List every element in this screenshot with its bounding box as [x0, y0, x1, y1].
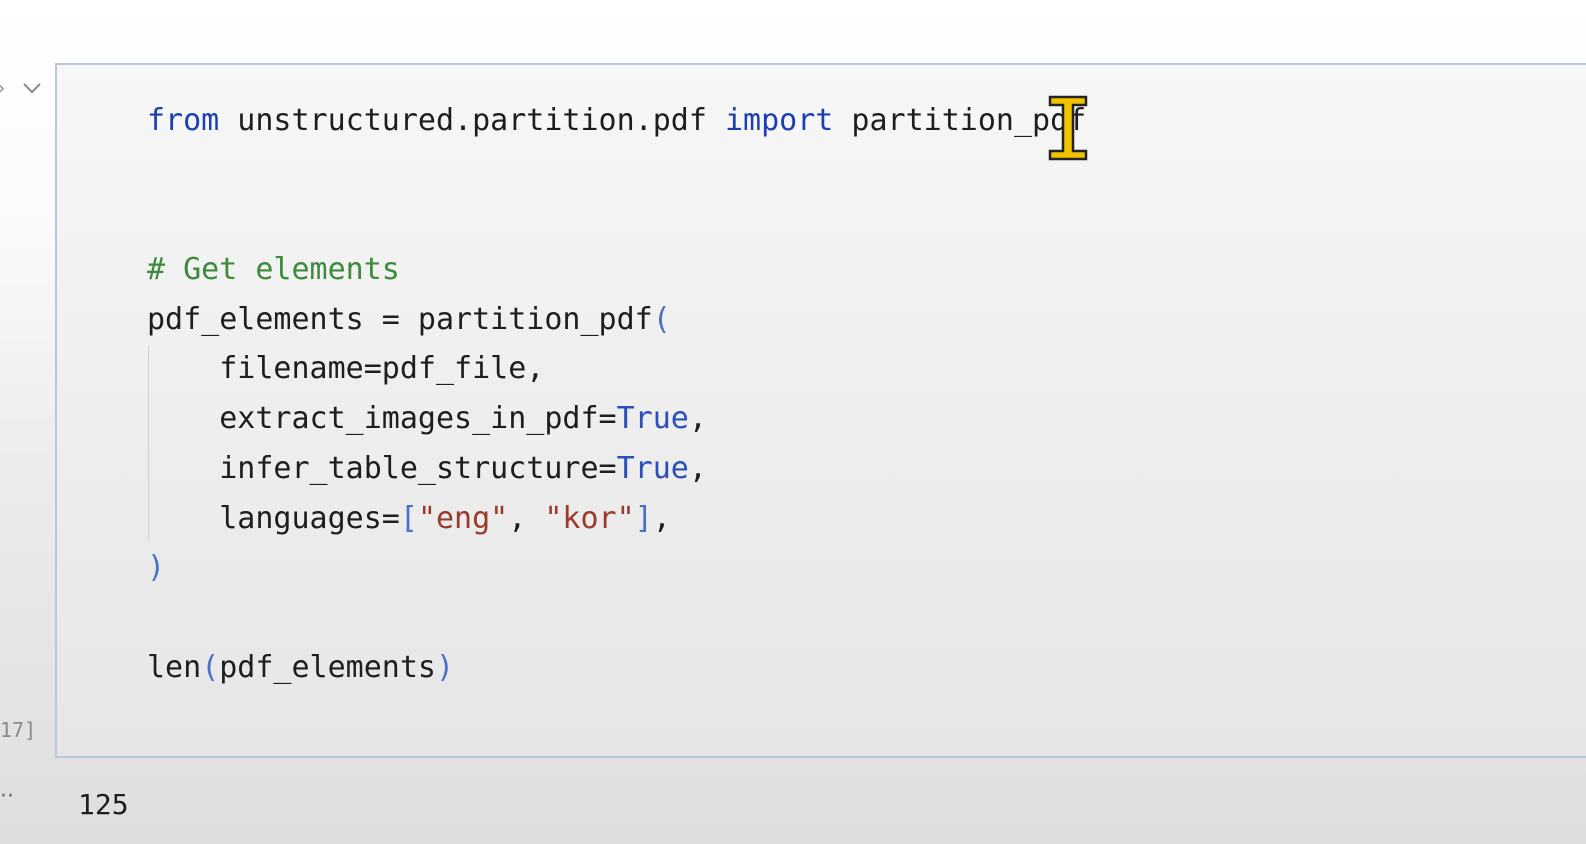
- code-token: (: [652, 301, 671, 337]
- code-token: ,: [688, 450, 707, 486]
- code-token: ]: [634, 500, 653, 536]
- code-token: ,: [508, 500, 545, 536]
- code-line: extract_images_in_pdf=True,: [147, 394, 1086, 444]
- code-token: "eng": [417, 500, 509, 536]
- cell-output: 125: [78, 788, 129, 821]
- code-token: import: [724, 103, 834, 138]
- code-token: pdf_elements = partition_pdf: [147, 301, 653, 337]
- chevron-down-icon[interactable]: [20, 76, 44, 100]
- code-token: infer_table_structure=: [147, 450, 617, 486]
- execution-count: 17]: [0, 718, 37, 742]
- code-token: languages=: [147, 500, 400, 536]
- code-token: ,: [652, 500, 671, 536]
- code-token: [: [399, 500, 418, 536]
- run-cell-icon[interactable]: ›: [0, 78, 5, 99]
- code-token: pdf_elements: [219, 649, 436, 685]
- code-token: ,: [688, 401, 707, 437]
- output-gutter-icon[interactable]: ··: [0, 784, 14, 809]
- code-line: pdf_elements = partition_pdf(: [147, 295, 1086, 345]
- code-line: languages=["eng", "kor"],: [147, 494, 1086, 544]
- code-line: len(pdf_elements): [147, 643, 1086, 693]
- code-token: ): [436, 649, 455, 685]
- code-token: from: [147, 103, 220, 138]
- code-token: # Get elements: [147, 252, 400, 288]
- code-token: extract_images_in_pdf=: [147, 401, 617, 437]
- code-token: ): [147, 550, 166, 586]
- code-line: infer_table_structure=True,: [147, 444, 1086, 494]
- code-token: True: [616, 401, 689, 437]
- code-token: len: [147, 649, 202, 685]
- code-line: from unstructured.partition.pdf import p…: [147, 96, 1086, 146]
- code-line: ): [147, 543, 1086, 593]
- ibeam-cursor-icon: [1048, 95, 1088, 161]
- code-token: unstructured.partition.pdf: [219, 103, 725, 138]
- code-token: "kor": [544, 500, 635, 536]
- code-token: True: [616, 450, 689, 486]
- code-line: # Get elements: [147, 245, 1086, 295]
- code-token: filename=pdf_file,: [147, 351, 545, 387]
- code-editor[interactable]: from unstructured.partition.pdf import p…: [147, 96, 1086, 692]
- code-token: (: [201, 649, 220, 685]
- code-line: filename=pdf_file,: [147, 344, 1086, 394]
